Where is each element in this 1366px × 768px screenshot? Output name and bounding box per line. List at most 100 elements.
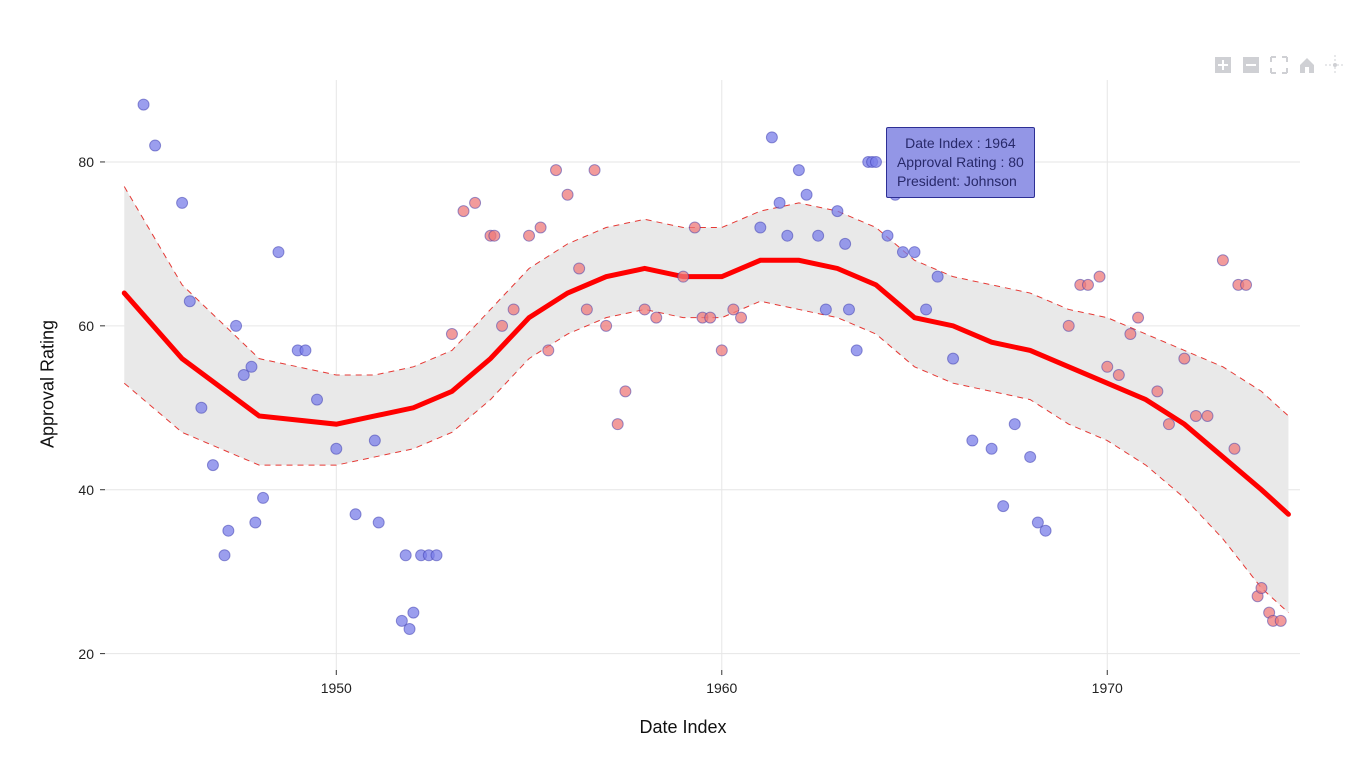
data-point[interactable] bbox=[620, 386, 631, 397]
data-point[interactable] bbox=[138, 99, 149, 110]
data-point[interactable] bbox=[870, 156, 881, 167]
data-point[interactable] bbox=[1202, 410, 1213, 421]
data-point[interactable] bbox=[1241, 279, 1252, 290]
data-point[interactable] bbox=[431, 550, 442, 561]
data-point[interactable] bbox=[446, 329, 457, 340]
data-point[interactable] bbox=[909, 247, 920, 258]
data-point[interactable] bbox=[231, 320, 242, 331]
data-point[interactable] bbox=[207, 460, 218, 471]
data-point[interactable] bbox=[312, 394, 323, 405]
data-point[interactable] bbox=[1125, 329, 1136, 340]
data-point[interactable] bbox=[400, 550, 411, 561]
data-point[interactable] bbox=[589, 165, 600, 176]
data-point[interactable] bbox=[774, 197, 785, 208]
data-point[interactable] bbox=[1082, 279, 1093, 290]
tooltip-line2-label: Approval Rating : bbox=[897, 154, 1008, 170]
x-tick-label: 1960 bbox=[706, 680, 737, 696]
data-point[interactable] bbox=[1229, 443, 1240, 454]
data-point[interactable] bbox=[612, 419, 623, 430]
data-point[interactable] bbox=[223, 525, 234, 536]
data-point[interactable] bbox=[782, 230, 793, 241]
data-point[interactable] bbox=[793, 165, 804, 176]
data-point[interactable] bbox=[736, 312, 747, 323]
data-point[interactable] bbox=[489, 230, 500, 241]
tooltip-line1-value: 1964 bbox=[985, 135, 1016, 151]
data-point[interactable] bbox=[766, 132, 777, 143]
data-point[interactable] bbox=[458, 206, 469, 217]
data-point[interactable] bbox=[601, 320, 612, 331]
data-point[interactable] bbox=[639, 304, 650, 315]
data-point[interactable] bbox=[470, 197, 481, 208]
data-point[interactable] bbox=[373, 517, 384, 528]
data-point[interactable] bbox=[1040, 525, 1051, 536]
data-point[interactable] bbox=[813, 230, 824, 241]
data-point[interactable] bbox=[1190, 410, 1201, 421]
data-point[interactable] bbox=[851, 345, 862, 356]
data-point[interactable] bbox=[705, 312, 716, 323]
data-point[interactable] bbox=[246, 361, 257, 372]
data-point[interactable] bbox=[369, 435, 380, 446]
data-point[interactable] bbox=[258, 492, 269, 503]
data-point[interactable] bbox=[820, 304, 831, 315]
data-point[interactable] bbox=[250, 517, 261, 528]
data-point[interactable] bbox=[524, 230, 535, 241]
data-point[interactable] bbox=[678, 271, 689, 282]
y-tick-label: 20 bbox=[54, 646, 94, 662]
data-point[interactable] bbox=[1275, 615, 1286, 626]
data-point[interactable] bbox=[562, 189, 573, 200]
data-point[interactable] bbox=[219, 550, 230, 561]
data-point[interactable] bbox=[1063, 320, 1074, 331]
data-point[interactable] bbox=[716, 345, 727, 356]
data-point[interactable] bbox=[755, 222, 766, 233]
data-point[interactable] bbox=[986, 443, 997, 454]
data-point[interactable] bbox=[801, 189, 812, 200]
tooltip-line2-value: 80 bbox=[1008, 154, 1024, 170]
data-point[interactable] bbox=[551, 165, 562, 176]
data-point[interactable] bbox=[1102, 361, 1113, 372]
data-point[interactable] bbox=[932, 271, 943, 282]
data-point[interactable] bbox=[1094, 271, 1105, 282]
data-point[interactable] bbox=[497, 320, 508, 331]
tooltip-line1-label: Date Index : bbox=[905, 135, 984, 151]
data-point[interactable] bbox=[948, 353, 959, 364]
data-point[interactable] bbox=[574, 263, 585, 274]
data-point[interactable] bbox=[177, 197, 188, 208]
data-point[interactable] bbox=[408, 607, 419, 618]
data-point[interactable] bbox=[300, 345, 311, 356]
data-point[interactable] bbox=[998, 501, 1009, 512]
y-tick-label: 80 bbox=[54, 154, 94, 170]
data-point[interactable] bbox=[273, 247, 284, 258]
data-point[interactable] bbox=[350, 509, 361, 520]
data-point[interactable] bbox=[543, 345, 554, 356]
data-point[interactable] bbox=[508, 304, 519, 315]
plot-area[interactable] bbox=[0, 0, 1366, 768]
data-point[interactable] bbox=[184, 296, 195, 307]
data-point[interactable] bbox=[1009, 419, 1020, 430]
data-point[interactable] bbox=[1163, 419, 1174, 430]
data-point[interactable] bbox=[196, 402, 207, 413]
data-point[interactable] bbox=[1256, 583, 1267, 594]
data-point[interactable] bbox=[331, 443, 342, 454]
data-point[interactable] bbox=[840, 238, 851, 249]
data-point[interactable] bbox=[832, 206, 843, 217]
data-point[interactable] bbox=[897, 247, 908, 258]
data-point[interactable] bbox=[1133, 312, 1144, 323]
data-point[interactable] bbox=[581, 304, 592, 315]
data-point[interactable] bbox=[1179, 353, 1190, 364]
confidence-ribbon bbox=[124, 187, 1288, 613]
data-point[interactable] bbox=[404, 624, 415, 635]
y-tick-label: 60 bbox=[54, 318, 94, 334]
data-point[interactable] bbox=[843, 304, 854, 315]
data-point[interactable] bbox=[651, 312, 662, 323]
data-point[interactable] bbox=[1152, 386, 1163, 397]
data-point[interactable] bbox=[1113, 370, 1124, 381]
data-point[interactable] bbox=[882, 230, 893, 241]
data-point[interactable] bbox=[921, 304, 932, 315]
data-point[interactable] bbox=[535, 222, 546, 233]
chart-container: Approval Rating Date Index 2040608019501… bbox=[0, 0, 1366, 768]
data-point[interactable] bbox=[150, 140, 161, 151]
data-point[interactable] bbox=[967, 435, 978, 446]
data-point[interactable] bbox=[689, 222, 700, 233]
data-point[interactable] bbox=[1025, 451, 1036, 462]
data-point[interactable] bbox=[1217, 255, 1228, 266]
